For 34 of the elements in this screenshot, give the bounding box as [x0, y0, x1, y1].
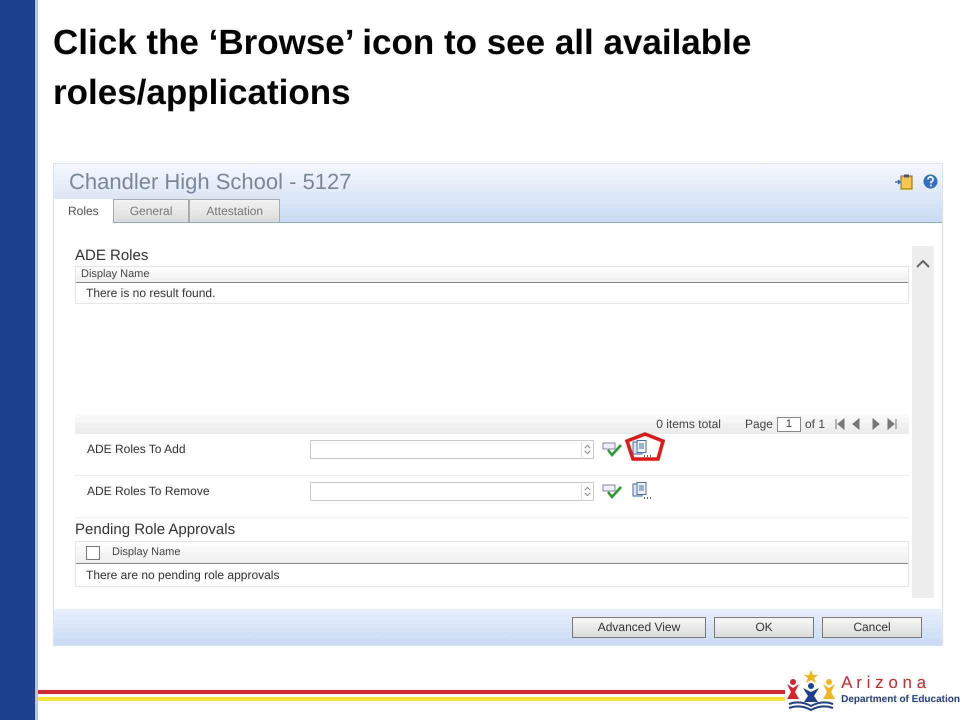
page-field[interactable]: 1 [776, 416, 801, 432]
spinner-icon[interactable] [581, 484, 593, 499]
spinner-icon[interactable] [581, 442, 593, 457]
check-list-icon[interactable] [602, 441, 622, 457]
help-icon[interactable] [923, 174, 938, 189]
dialog-title: Chandler High School - 5127 [69, 168, 353, 196]
checkbox[interactable] [86, 546, 100, 560]
scrollbar[interactable] [912, 246, 934, 598]
tab[interactable]: General [112, 199, 190, 222]
section-heading: ADE Roles [75, 246, 150, 266]
browse-icon[interactable] [632, 440, 652, 458]
dialog-button[interactable]: Cancel [822, 616, 922, 638]
logo-subtitle: Department of Education [841, 692, 960, 706]
column-header: Display Name [112, 545, 180, 560]
scroll-up-icon[interactable] [916, 260, 930, 268]
field-label: ADE Roles To Add [86, 441, 187, 458]
highlight-pentagon [624, 432, 666, 462]
items-total: 0 items total [656, 416, 721, 433]
tab[interactable]: Attestation [189, 199, 280, 222]
clipboard-icon[interactable] [895, 174, 913, 190]
page-count: of 1 [804, 416, 825, 433]
page-label: Page [744, 416, 773, 433]
tab[interactable]: Roles [54, 199, 113, 223]
check-list-icon[interactable] [602, 483, 622, 499]
dialog-button[interactable]: Advanced View [572, 616, 706, 638]
browse-icon[interactable] [632, 482, 652, 500]
empty-message: There are no pending role approvals [85, 567, 280, 584]
field-label: ADE Roles To Remove [86, 483, 210, 500]
empty-message: There is no result found. [85, 285, 216, 302]
section-heading: Pending Role Approvals [75, 520, 236, 540]
slide-title: Click the ‘Browse’ icon to see all available roles/applications [53, 22, 752, 114]
logo-name: A r i z o n a [841, 674, 928, 692]
dialog-button[interactable]: OK [714, 616, 814, 638]
column-header: Display Name [76, 267, 908, 283]
